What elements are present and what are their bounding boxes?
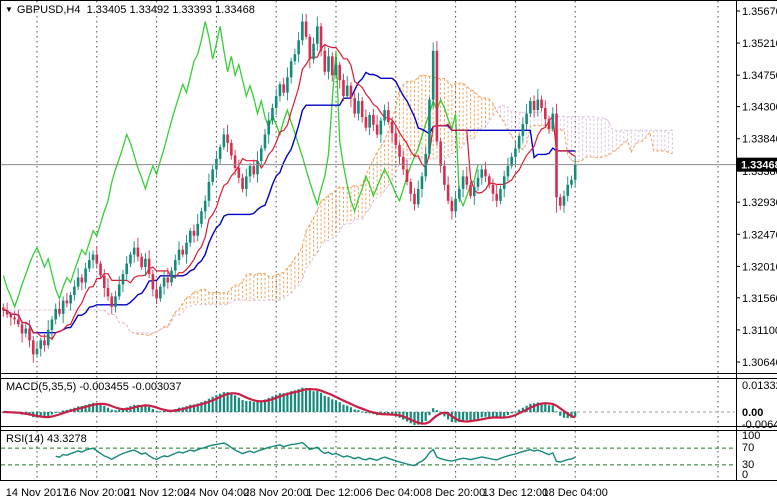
- rsi-panel[interactable]: [0, 430, 736, 481]
- time-axis[interactable]: [0, 481, 777, 502]
- trading-chart-window: 1.356701.352101.347501.343001.338401.333…: [0, 0, 777, 502]
- main-chart-panel[interactable]: [0, 0, 736, 373]
- price-axis[interactable]: [736, 0, 777, 481]
- macd-panel[interactable]: [0, 378, 736, 427]
